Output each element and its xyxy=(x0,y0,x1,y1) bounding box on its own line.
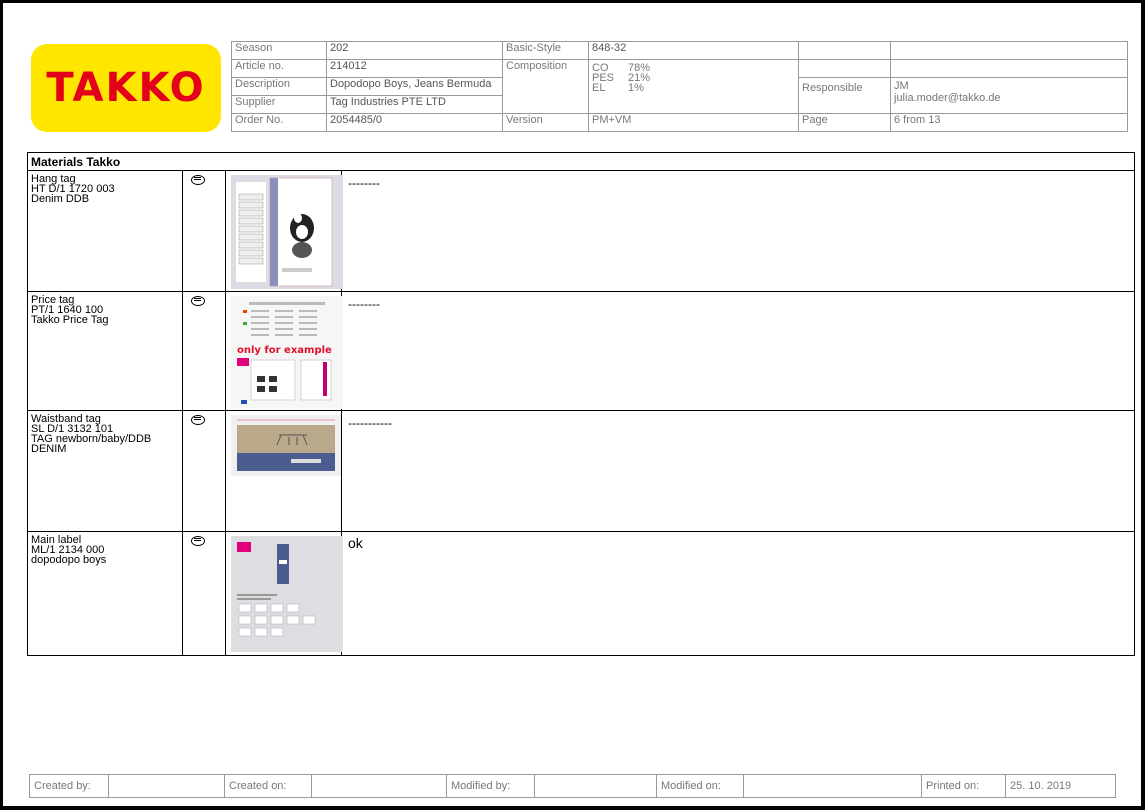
responsible-label: Responsible xyxy=(798,77,891,114)
materials-table: Materials Takko Hang tag HT D/1 1720 003… xyxy=(27,152,1135,656)
basic-style-label: Basic-Style xyxy=(502,41,589,60)
takko-logo: TAKKO xyxy=(31,44,221,132)
comment-icon[interactable] xyxy=(191,175,205,185)
price-tag-image: only for example xyxy=(231,296,343,409)
material-note: -------- xyxy=(348,297,380,311)
composition-cell: CO 78% PES 21% EL 1% xyxy=(588,59,799,114)
material-row-hang-tag: Hang tag HT D/1 1720 003 Denim DDB -----… xyxy=(28,171,1134,292)
description-label: Description xyxy=(231,77,327,96)
printed-on-value: 25. 10. 2019 xyxy=(1005,774,1116,798)
material-note: ok xyxy=(348,535,363,551)
composition-percent: 1% xyxy=(628,82,644,94)
supplier-label: Supplier xyxy=(231,95,327,114)
responsible-email: julia.moder@takko.de xyxy=(894,92,1001,104)
created-by-value xyxy=(108,774,225,798)
waistband-tag-image xyxy=(231,415,341,476)
page-value: 6 from 13 xyxy=(890,113,1128,132)
modified-on-label: Modified on: xyxy=(656,774,744,798)
article-value: 214012 xyxy=(326,59,503,78)
version-value: PM+VM xyxy=(588,113,799,132)
modified-by-label: Modified by: xyxy=(446,774,535,798)
material-note: -------- xyxy=(348,176,380,190)
modified-on-value xyxy=(743,774,922,798)
basic-style-value: 848-32 xyxy=(588,41,799,60)
comment-icon[interactable] xyxy=(191,296,205,306)
hang-tag-drawing xyxy=(236,177,333,287)
modified-by-value xyxy=(534,774,657,798)
order-value: 2054485/0 xyxy=(326,113,503,132)
material-row-price-tag: Price tag PT/1 1640 100 Takko Price Tag … xyxy=(28,292,1134,411)
page-label: Page xyxy=(798,113,891,132)
material-row-waistband-tag: Waistband tag SL D/1 3132 101 TAG newbor… xyxy=(28,411,1134,532)
hang-tag-image xyxy=(231,175,343,289)
composition-label: Composition xyxy=(502,59,589,114)
created-on-label: Created on: xyxy=(224,774,312,798)
created-by-label: Created by: xyxy=(29,774,109,798)
article-label: Article no. xyxy=(231,59,327,78)
document-page: TAKKO Season 202 Basic-Style 848-32 Arti… xyxy=(3,3,1141,806)
material-label: Hang tag HT D/1 1720 003 Denim DDB xyxy=(31,173,115,205)
comment-icon[interactable] xyxy=(191,536,205,546)
created-on-value xyxy=(311,774,447,798)
responsible-name: JM xyxy=(894,80,909,92)
season-label: Season xyxy=(231,41,327,60)
description-value: Dopodopo Boys, Jeans Bermuda xyxy=(326,77,503,96)
material-label: Main label ML/1 2134 000 dopodopo boys xyxy=(31,534,107,566)
material-row-main-label: Main label ML/1 2134 000 dopodopo boys o… xyxy=(28,532,1134,654)
printed-on-label: Printed on: xyxy=(921,774,1006,798)
materials-title: Materials Takko xyxy=(28,153,1134,171)
material-note: ----------- xyxy=(348,416,392,430)
material-label: Price tag PT/1 1640 100 Takko Price Tag xyxy=(31,294,109,326)
supplier-value: Tag Industries PTE LTD xyxy=(326,95,503,114)
responsible-cell: JM julia.moder@takko.de xyxy=(890,77,1128,114)
material-label: Waistband tag SL D/1 3132 101 TAG newbor… xyxy=(31,413,152,455)
comment-icon[interactable] xyxy=(191,415,205,425)
header-table: Season 202 Basic-Style 848-32 Article no… xyxy=(231,41,1128,132)
order-label: Order No. xyxy=(231,113,327,132)
logo-text: TAKKO xyxy=(46,65,206,111)
season-value: 202 xyxy=(326,41,503,60)
main-label-image xyxy=(231,536,343,652)
footer-table: Created by: Created on: Modified by: Mod… xyxy=(29,774,1116,798)
version-label: Version xyxy=(502,113,589,132)
composition-fiber: EL xyxy=(592,82,606,94)
